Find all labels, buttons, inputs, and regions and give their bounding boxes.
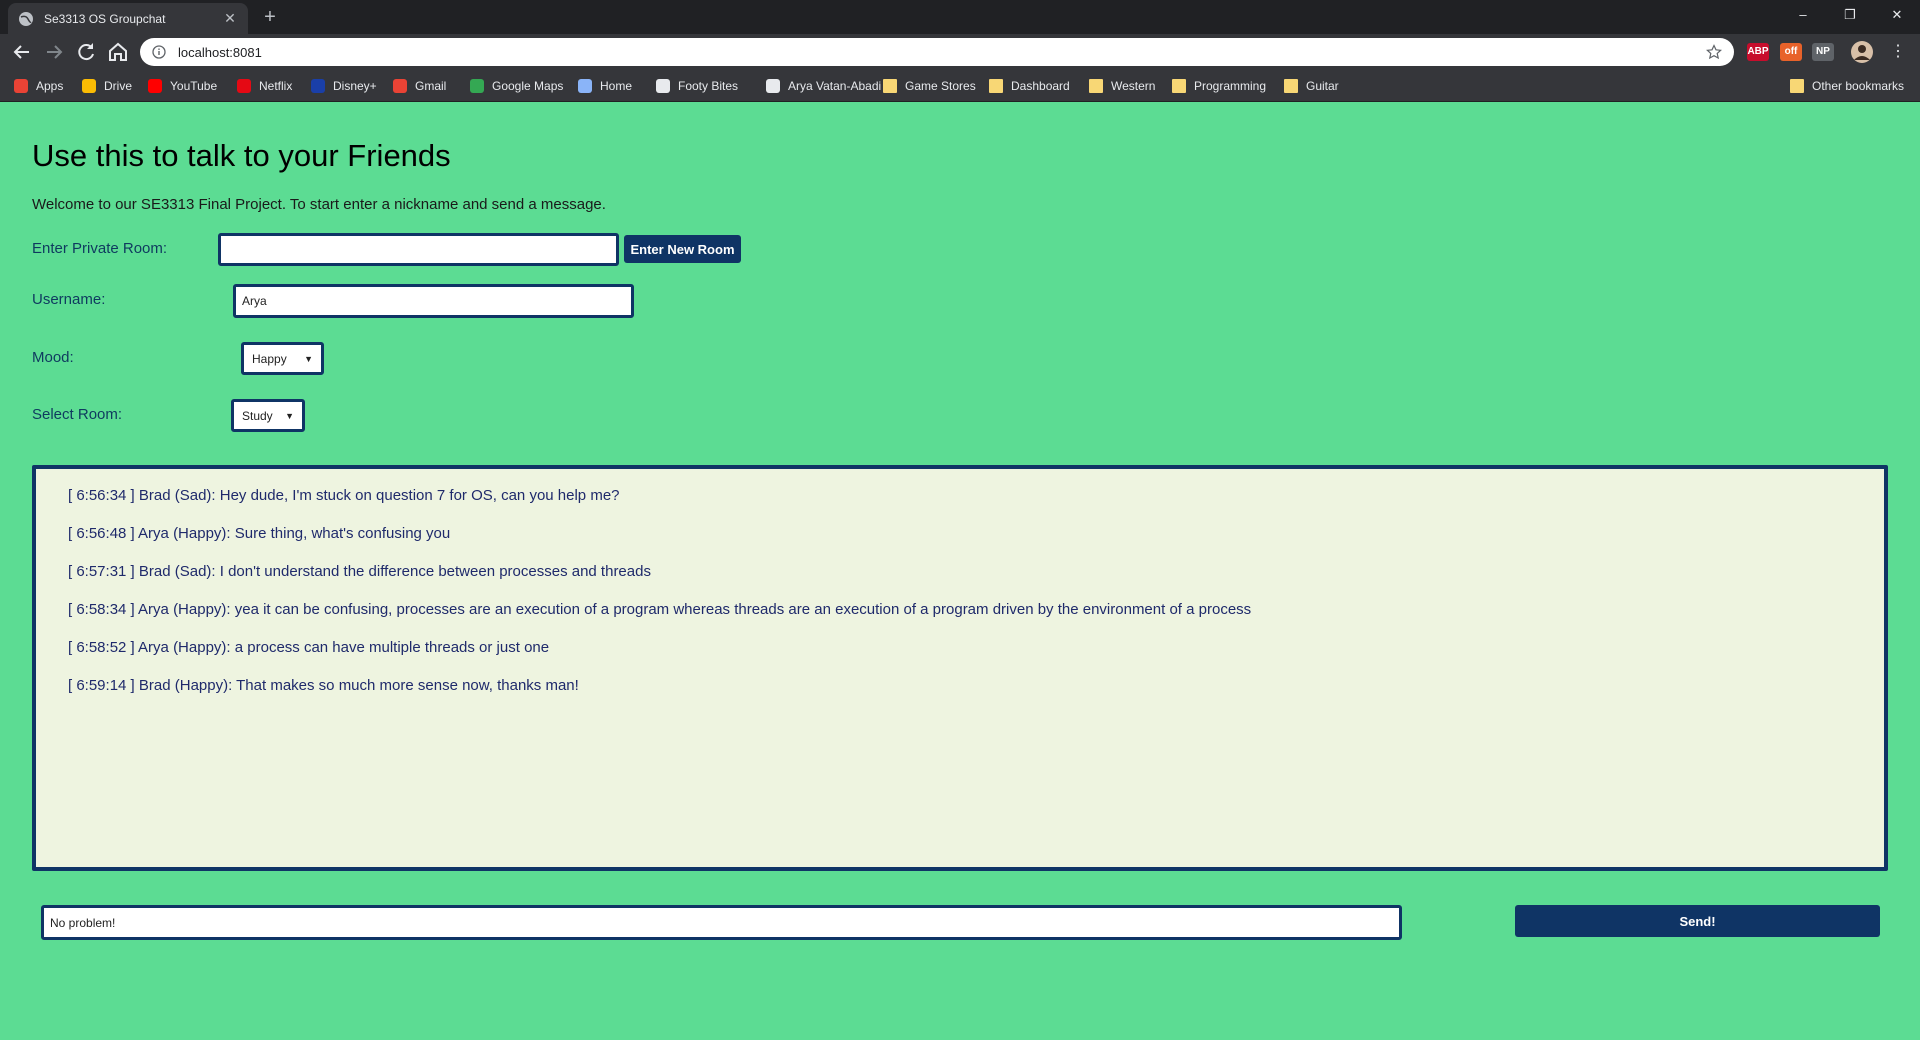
football-icon [656,79,670,93]
welcome-text: Welcome to our SE3313 Final Project. To … [32,196,606,213]
chat-log[interactable]: [ 6:56:34 ] Brad (Sad): Hey dude, I'm st… [32,465,1888,871]
chat-message: [ 6:59:14 ] Brad (Happy): That makes so … [68,677,579,694]
send-button[interactable]: Send! [1515,905,1880,937]
bookmark-label: Programming [1194,79,1267,93]
page-title: Use this to talk to your Friends [32,138,451,173]
off-icon[interactable]: off [1780,43,1802,61]
info-icon[interactable] [152,45,166,59]
bookmark-label: Dashboard [1011,79,1070,93]
bookmark-item[interactable]: Arya Vatan-Abadi [766,70,881,102]
home-icon[interactable] [106,40,130,64]
bookmark-item[interactable]: Western [1089,70,1155,102]
reload-icon[interactable] [74,40,98,64]
close-window-button[interactable]: ✕ [1874,0,1920,30]
avatar[interactable] [1850,40,1874,64]
folder-icon [1089,79,1103,93]
room-select[interactable]: Study ▼ [231,399,305,432]
maps-icon [470,79,484,93]
bookmark-label: Drive [104,79,133,93]
browser-tab[interactable]: Se3313 OS Groupchat ✕ [8,3,248,34]
mood-selected-value: Happy [252,351,287,366]
browser-toolbar: localhost:8081 [0,34,1920,70]
bookmark-item[interactable]: Footy Bites [656,70,738,102]
disney-icon [311,79,325,93]
bookmark-label: Other bookmarks [1812,79,1905,93]
abp-icon[interactable]: ABP [1747,43,1769,61]
chat-message: [ 6:58:52 ] Arya (Happy): a process can … [68,639,550,656]
bookmark-item[interactable]: Gmail [393,70,446,102]
bookmark-label: Game Stores [905,79,976,93]
bookmark-item[interactable]: Home [578,70,632,102]
message-input[interactable] [41,905,1402,940]
bookmark-star-icon[interactable] [1706,44,1722,60]
restore-button[interactable]: ❐ [1827,0,1873,30]
np-icon[interactable]: NP [1812,43,1834,61]
room-label: Select Room: [32,406,123,423]
private-room-input[interactable] [218,233,619,266]
bookmark-label: Western [1111,79,1156,93]
gmail-icon [393,79,407,93]
bookmark-item[interactable]: Guitar [1284,70,1339,102]
bookmark-item[interactable]: Apps [14,70,63,102]
bookmark-label: Footy Bites [678,79,739,93]
bookmark-item[interactable]: Dashboard [989,70,1070,102]
drive-icon [82,79,96,93]
bookmarks-bar: Apps Drive YouTube Netflix Disney+ Gmail Googl… [0,70,1920,102]
bookmark-label: Netflix [259,79,293,93]
tab-strip: Se3313 OS Groupchat ✕ + – ❐ ✕ [0,0,1920,34]
username-label: Username: [32,291,106,308]
bookmark-item[interactable]: YouTube [148,70,217,102]
netflix-icon [237,79,251,93]
menu-dots-icon[interactable]: ⋮ [1888,42,1908,62]
globe-icon [19,11,33,26]
url-text: localhost:8081 [178,44,262,60]
enter-new-room-button[interactable]: Enter New Room [624,235,741,263]
bookmark-label: YouTube [170,79,218,93]
chat-message: [ 6:56:34 ] Brad (Sad): Hey dude, I'm st… [68,487,620,504]
username-input[interactable] [233,284,634,318]
bookmark-label: Google Maps [492,79,564,93]
folder-icon [1172,79,1186,93]
bookmark-label: Apps [36,79,64,93]
youtube-icon [148,79,162,93]
bookmark-item[interactable]: Drive [82,70,132,102]
tab-title: Se3313 OS Groupchat [44,11,166,26]
back-arrow-icon[interactable] [10,40,34,64]
apps-grid-icon [14,79,28,93]
a-logo-icon [766,79,780,93]
bookmark-label: Gmail [415,79,447,93]
bookmark-item[interactable]: Netflix [237,70,292,102]
dropdown-caret-icon: ▼ [285,410,294,421]
chat-message: [ 6:58:34 ] Arya (Happy): yea it can be … [68,601,1252,618]
mood-label: Mood: [32,349,74,366]
bookmark-label: Arya Vatan-Abadi [788,79,882,93]
chat-message: [ 6:57:31 ] Brad (Sad): I don't understa… [68,563,651,580]
shield-icon [578,79,592,93]
folder-icon [883,79,897,93]
chat-message: [ 6:56:48 ] Arya (Happy): Sure thing, wh… [68,525,451,542]
bookmark-item[interactable]: Game Stores [883,70,976,102]
dropdown-caret-icon: ▼ [304,353,313,364]
folder-icon [989,79,1003,93]
new-tab-button[interactable]: + [258,5,282,29]
bookmark-label: Guitar [1306,79,1339,93]
folder-icon [1790,79,1804,93]
minimize-button[interactable]: – [1780,0,1826,30]
forward-arrow-icon[interactable] [42,40,66,64]
tab-close-icon[interactable]: ✕ [222,10,238,27]
bookmark-label: Home [600,79,633,93]
private-room-label: Enter Private Room: [32,240,168,257]
address-bar[interactable]: localhost:8081 [140,38,1734,66]
room-selected-value: Study [242,408,273,423]
mood-select[interactable]: Happy ▼ [241,342,324,375]
bookmark-item[interactable]: Other bookmarks [1790,70,1904,102]
bookmark-item[interactable]: Disney+ [311,70,377,102]
bookmark-label: Disney+ [333,79,377,93]
bookmark-item[interactable]: Programming [1172,70,1266,102]
bookmark-item[interactable]: Google Maps [470,70,563,102]
folder-icon [1284,79,1298,93]
